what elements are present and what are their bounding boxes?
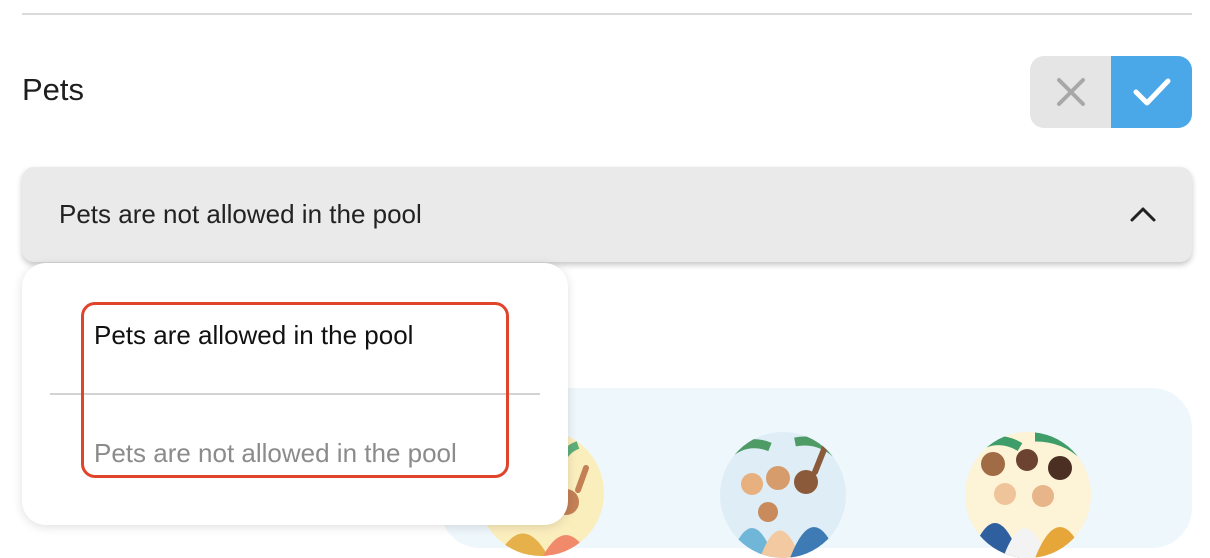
section-title: Pets <box>22 72 85 107</box>
group-illustration-3 <box>965 432 1091 558</box>
option-pets-not-allowed[interactable]: Pets are not allowed in the pool <box>94 436 457 470</box>
check-icon <box>1133 78 1170 106</box>
yes-no-toggle[interactable] <box>1030 56 1192 128</box>
close-icon <box>1056 78 1085 106</box>
select-value: Pets are not allowed in the pool <box>59 199 422 229</box>
section-divider <box>22 13 1192 15</box>
toggle-no-button[interactable] <box>1030 56 1111 128</box>
option-pets-allowed[interactable]: Pets are allowed in the pool <box>94 318 413 352</box>
toggle-yes-button[interactable] <box>1111 56 1192 128</box>
chevron-up-icon[interactable] <box>1128 200 1158 230</box>
pets-policy-select[interactable]: Pets are not allowed in the pool <box>22 167 1192 262</box>
menu-divider <box>50 393 540 395</box>
dropdown-menu: Pets are allowed in the pool Pets are no… <box>22 263 568 525</box>
group-illustration-2 <box>720 432 846 558</box>
